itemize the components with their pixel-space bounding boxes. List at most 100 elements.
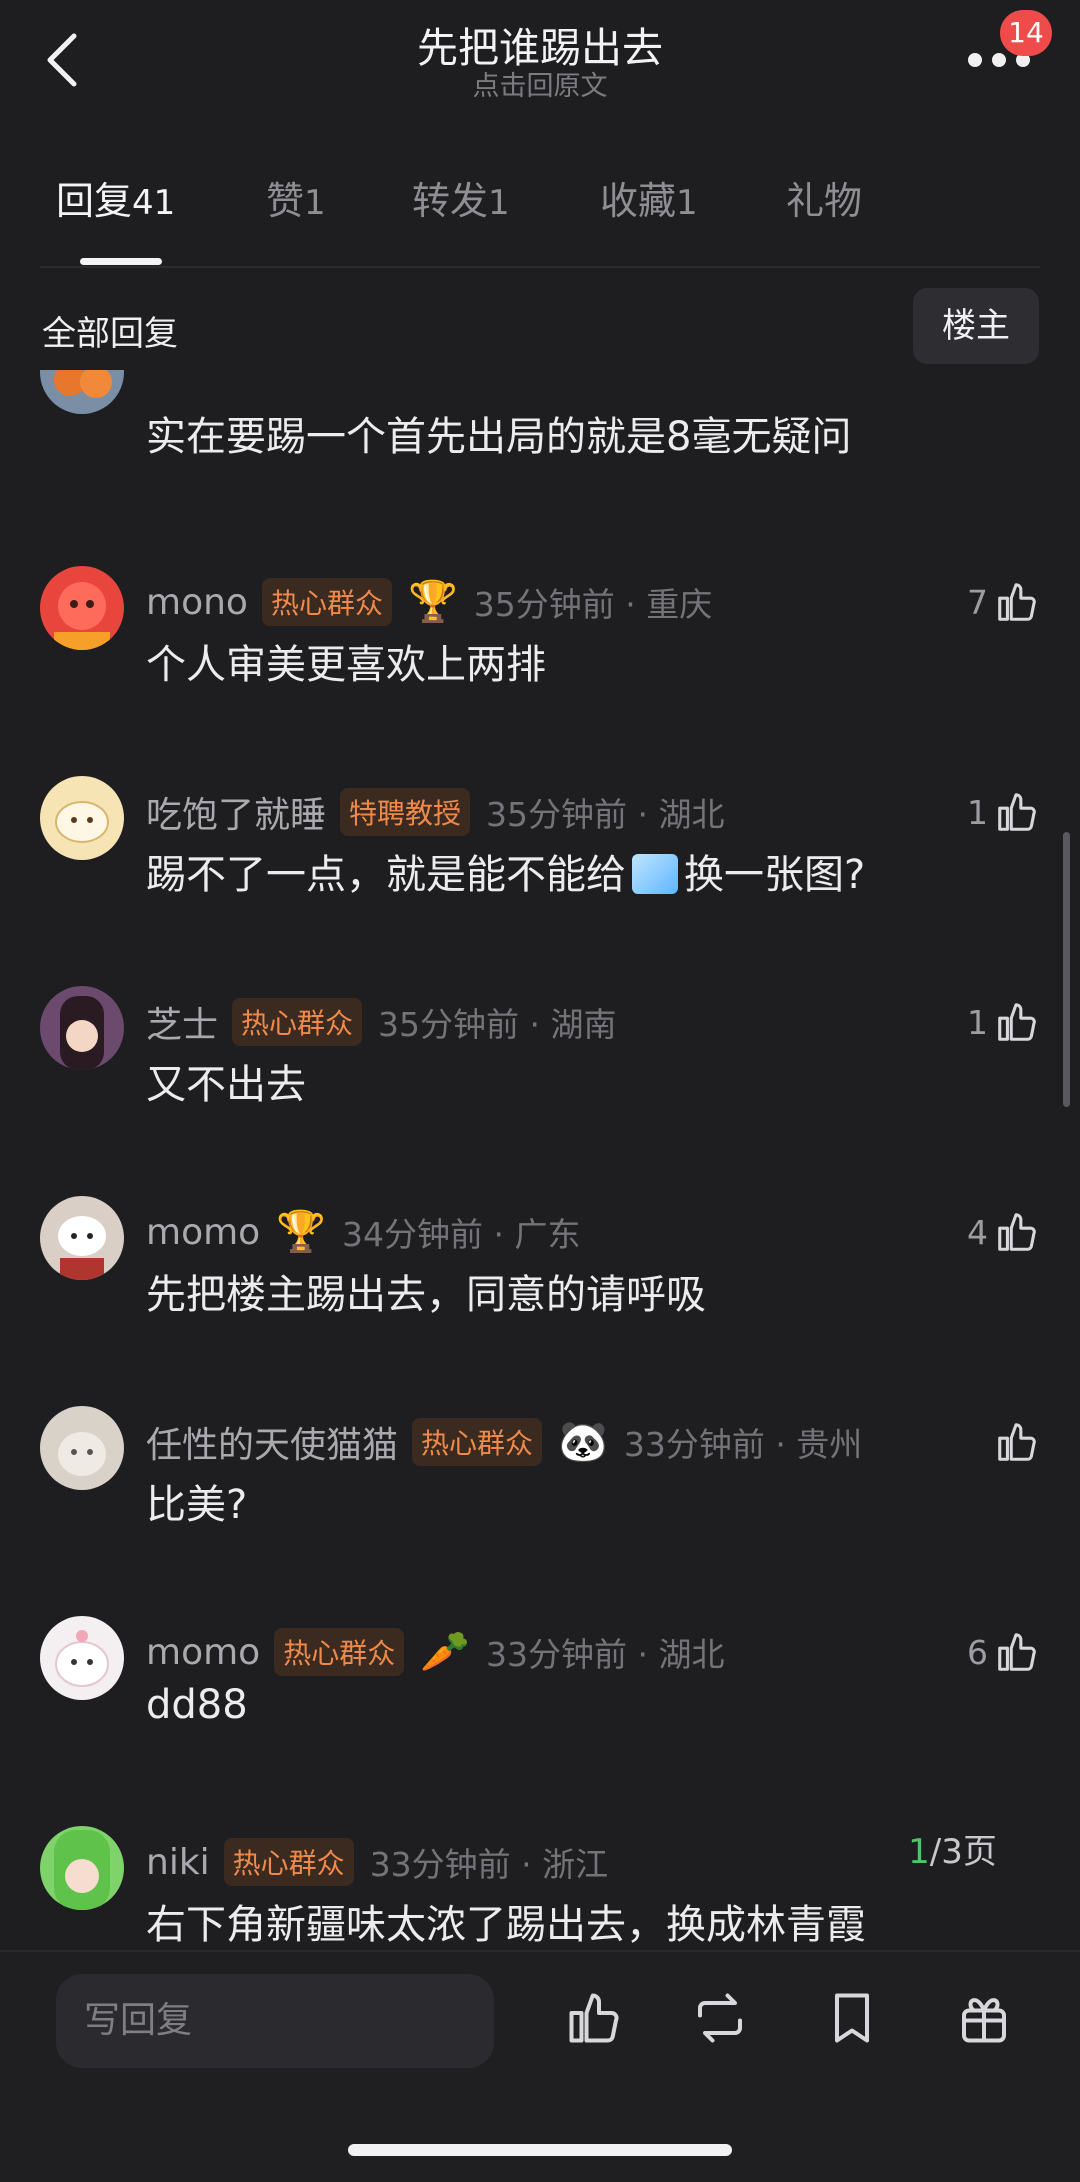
comment-item: momo 热心群众 🥕 33分钟前 · 湖北 6 dd88	[0, 1616, 1080, 1816]
like-button[interactable]	[994, 1414, 1040, 1470]
page-indicator[interactable]: 1/3页	[880, 1820, 1025, 1884]
like-count: 7	[967, 582, 988, 622]
comment-list[interactable]: 实在要踢一个首先出局的就是8毫无疑问 mono 热心群众 🏆 35分钟前 · 重…	[0, 370, 1080, 1950]
comment-time: 33分钟前 · 浙江	[369, 1845, 609, 1884]
comment-time: 35分钟前 · 重庆	[473, 585, 713, 624]
comment-meta: 吃饱了就睡 特聘教授 35分钟前 · 湖北	[146, 784, 725, 840]
tab-bar: 回复41 赞1 转发1 收藏1 礼物	[0, 170, 1080, 245]
divider	[40, 266, 1040, 268]
comment-item: 芝士 热心群众 35分钟前 · 湖南 1 又不出去	[0, 986, 1080, 1186]
comment-time: 35分钟前 · 湖南	[378, 1005, 617, 1044]
comment-text: 实在要踢一个首先出局的就是8毫无疑问	[146, 414, 852, 460]
avatar[interactable]	[40, 1616, 124, 1700]
scrollbar[interactable]	[1063, 832, 1070, 1107]
tab-reposts[interactable]: 转发1	[412, 170, 510, 225]
like-button[interactable]: 6	[967, 1624, 1040, 1680]
comment-text: 比美?	[146, 1482, 248, 1528]
comment-meta: 芝士 热心群众 35分钟前 · 湖南	[146, 994, 617, 1050]
back-to-original-link[interactable]: 点击回原文	[0, 64, 1080, 103]
header: 先把谁踢出去 点击回原文 14	[0, 0, 1080, 130]
thumbs-up-icon	[998, 1423, 1036, 1461]
username[interactable]: 任性的天使猫猫	[146, 1416, 398, 1468]
home-indicator[interactable]	[348, 2144, 732, 2156]
username[interactable]: 吃饱了就睡	[146, 786, 326, 838]
gift-icon[interactable]	[954, 1988, 1014, 2048]
like-icon[interactable]	[564, 1988, 624, 2048]
reply-input[interactable]: 写回复	[56, 1974, 494, 2068]
avatar[interactable]	[40, 370, 124, 414]
tab-count: 1	[676, 183, 698, 223]
tab-label: 收藏	[600, 179, 677, 223]
tab-count: 1	[488, 183, 510, 223]
comment-meta: momo 热心群众 🥕 33分钟前 · 湖北	[146, 1624, 724, 1680]
comment-item: mono 热心群众 🏆 35分钟前 · 重庆 7 个人审美更喜欢上两排	[0, 566, 1080, 766]
current-page: 1	[908, 1832, 930, 1872]
owner-only-button[interactable]: 楼主	[913, 288, 1039, 364]
like-count: 1	[967, 1002, 988, 1042]
comment-item: 实在要踢一个首先出局的就是8毫无疑问	[0, 370, 1080, 560]
avatar[interactable]	[40, 1406, 124, 1490]
avatar[interactable]	[40, 776, 124, 860]
username[interactable]: niki	[146, 1842, 210, 1883]
comment-text-part: 踢不了一点，就是能不能给	[146, 852, 626, 898]
like-button[interactable]: 4	[967, 1204, 1040, 1260]
comment-text: 先把楼主踢出去，同意的请呼吸	[146, 1272, 706, 1318]
comment-text: 右下角新疆味太浓了踢出去，换成林青霞	[146, 1902, 866, 1948]
comment-item: momo 🏆 34分钟前 · 广东 4 先把楼主踢出去，同意的请呼吸	[0, 1196, 1080, 1396]
thumbs-up-icon	[998, 1213, 1036, 1251]
comment-time: 33分钟前 · 贵州	[623, 1425, 863, 1464]
avatar[interactable]	[40, 1826, 124, 1910]
like-count: 4	[967, 1212, 988, 1252]
thumbs-up-icon	[998, 793, 1036, 831]
panda-icon: 🐼	[558, 1419, 608, 1465]
active-tab-indicator	[80, 258, 162, 265]
like-button[interactable]: 7	[967, 574, 1040, 630]
comment-meta: mono 热心群众 🏆 35分钟前 · 重庆	[146, 574, 712, 630]
tab-count: 41	[132, 183, 176, 223]
user-tag: 热心群众	[261, 578, 392, 626]
all-replies-label: 全部回复	[42, 314, 178, 354]
ice-cube-icon	[632, 854, 678, 894]
like-button[interactable]: 1	[967, 994, 1040, 1050]
comment-text: 踢不了一点，就是能不能给 换一张图?	[146, 842, 865, 900]
tab-gifts[interactable]: 礼物	[786, 170, 862, 225]
tab-replies[interactable]: 回复41	[56, 170, 175, 225]
username[interactable]: 芝士	[146, 996, 218, 1048]
tab-likes[interactable]: 赞1	[266, 170, 326, 225]
avatar[interactable]	[40, 1196, 124, 1280]
comment-meta: 任性的天使猫猫 热心群众 🐼 33分钟前 · 贵州	[146, 1414, 862, 1470]
username[interactable]: momo	[146, 1212, 260, 1253]
avatar[interactable]	[40, 986, 124, 1070]
username[interactable]: mono	[146, 582, 248, 623]
tab-favorites[interactable]: 收藏1	[600, 170, 698, 225]
user-tag: 热心群众	[412, 1418, 543, 1466]
user-tag: 热心群众	[223, 1838, 354, 1886]
comment-text: 又不出去	[146, 1062, 306, 1108]
like-count: 1	[967, 792, 988, 832]
thumbs-up-icon	[998, 583, 1036, 621]
comment-text-part: 换一张图?	[684, 852, 866, 898]
comment-text: 个人审美更喜欢上两排	[146, 642, 546, 688]
comment-item: 吃饱了就睡 特聘教授 35分钟前 · 湖北 1 踢不了一点，就是能不能给 换一张图…	[0, 776, 1080, 976]
repost-icon[interactable]	[690, 1988, 750, 2048]
avatar[interactable]	[40, 566, 124, 650]
thumbs-up-icon	[998, 1003, 1036, 1041]
tab-count: 1	[304, 183, 326, 223]
comment-meta: niki 热心群众 33分钟前 · 浙江	[146, 1834, 608, 1890]
notification-badge: 14	[1000, 10, 1052, 56]
total-pages: /3页	[929, 1832, 997, 1872]
comment-time: 35分钟前 · 湖北	[486, 795, 725, 834]
tab-label: 赞	[266, 179, 305, 223]
like-button[interactable]: 1	[967, 784, 1040, 840]
comment-time: 34分钟前 · 广东	[342, 1215, 581, 1254]
user-tag: 特聘教授	[340, 788, 471, 836]
comment-text: dd88	[146, 1682, 248, 1728]
bookmark-icon[interactable]	[822, 1988, 882, 2048]
username[interactable]: momo	[146, 1632, 260, 1673]
tab-label: 回复	[56, 179, 133, 223]
user-tag: 热心群众	[274, 1628, 405, 1676]
like-count: 6	[967, 1632, 988, 1672]
comment-item: 任性的天使猫猫 热心群众 🐼 33分钟前 · 贵州 比美?	[0, 1406, 1080, 1606]
user-tag: 热心群众	[232, 998, 363, 1046]
trophy-icon: 🏆	[407, 579, 458, 625]
